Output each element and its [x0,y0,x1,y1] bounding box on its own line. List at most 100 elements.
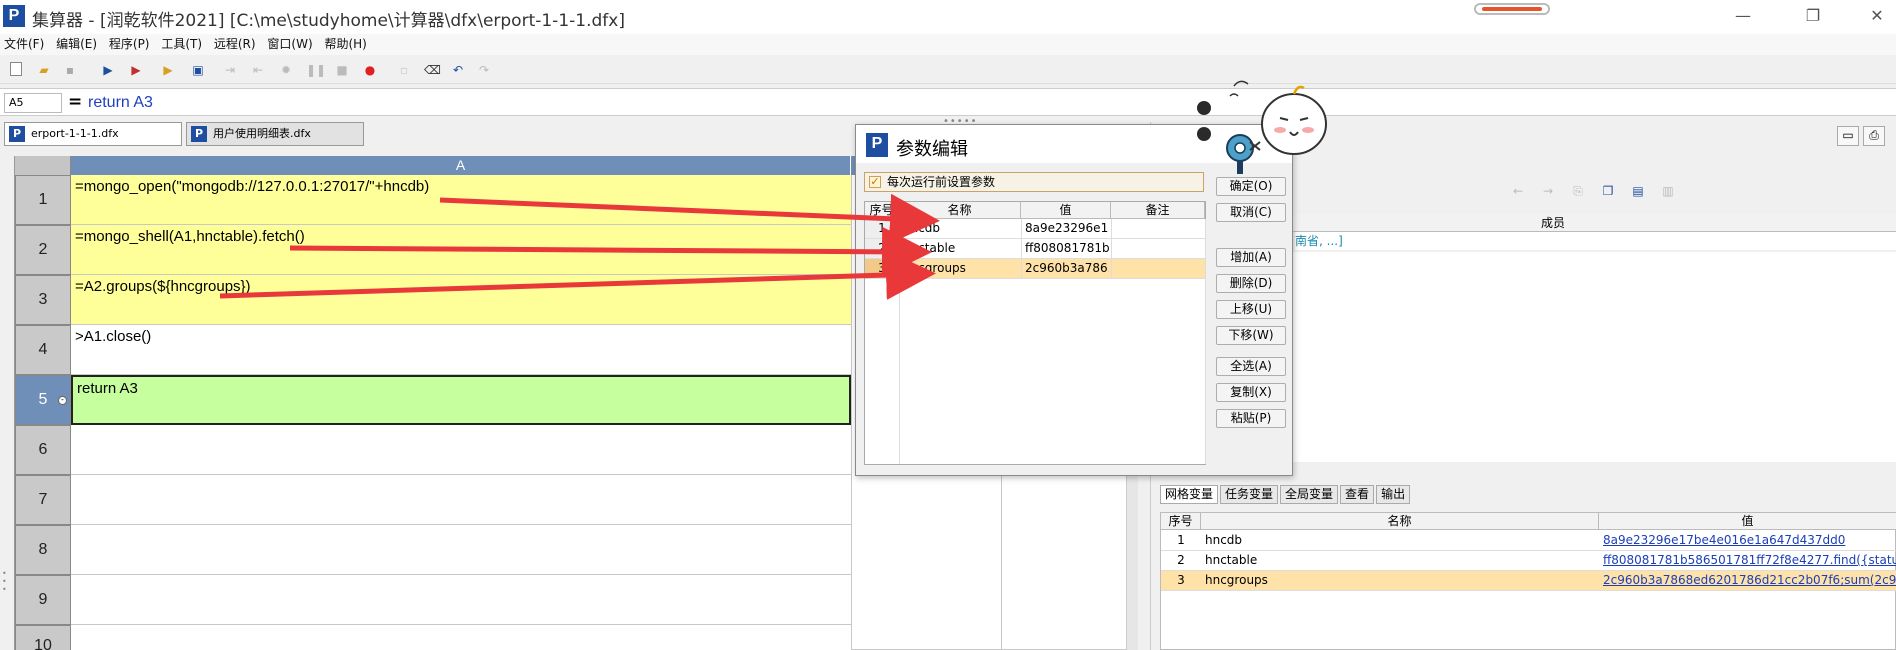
row-name[interactable]: hncdb [903,219,1019,238]
file-tab-user-detail[interactable]: P 用户使用明细表.dfx [186,122,364,146]
copy-button[interactable]: 复制(X) [1216,383,1286,402]
header-index[interactable]: 序号 [1161,513,1201,530]
table-row[interactable]: 2 hnctable ff808081781b586501781ff72f8e4… [1161,551,1896,571]
row-value-link[interactable]: ff808081781b586501781ff72f8e4277.find({s… [1603,551,1896,570]
gear-disabled-icon[interactable]: ✹ [278,62,294,78]
menu-remote[interactable]: 远程(R) [210,34,260,55]
cell-a8[interactable] [71,525,851,575]
table-row-selected[interactable]: 3 hncgroups 2c960b3a786... [865,259,1205,279]
run-icon[interactable]: ▶ [100,62,116,78]
ok-button[interactable]: 确定(O) [1216,177,1286,196]
tab-watch[interactable]: 查看 [1340,485,1375,504]
cell-a2[interactable]: =mongo_shell(A1,hnctable).fetch() [71,225,851,275]
member-value-fragment[interactable]: 南省, ...] [1295,232,1896,250]
tab-global-variables[interactable]: 全局变量 [1280,485,1339,504]
forward-arrow-icon[interactable]: → [1537,184,1559,204]
step-into-icon[interactable]: ⇥ [222,62,238,78]
cell-a4[interactable]: >A1.close() [71,325,851,375]
column-header-a[interactable]: A [71,156,851,175]
row-header[interactable]: 6 [15,425,71,475]
menu-help[interactable]: 帮助(H) [320,34,370,55]
new-file-icon[interactable] [10,62,22,76]
row-value-link[interactable]: 8a9e23296e17be4e016e1a647d437dd0 [1603,531,1896,550]
menu-file[interactable]: 文件(F) [0,34,48,55]
tab-task-variables[interactable]: 任务变量 [1220,485,1279,504]
menu-tools[interactable]: 工具(T) [157,34,206,55]
row-header[interactable]: 1 [15,175,71,225]
open-folder-icon[interactable]: ▰ [36,62,52,78]
table-row[interactable]: 1 hncdb 8a9e23296e17be4e016e1a647d437dd0 [1161,531,1896,551]
row-header[interactable]: 9 [15,575,71,625]
paste-button[interactable]: 粘贴(P) [1216,409,1286,428]
row-header[interactable]: 7 [15,475,71,525]
row-value[interactable]: 8a9e23296e1... [1025,219,1109,238]
add-button[interactable]: 增加(A) [1216,248,1286,267]
row-value[interactable]: ff808081781b... [1025,239,1109,258]
row-header[interactable]: 2 [15,225,71,275]
cell-a5[interactable]: return A3 [71,375,851,425]
redo-icon[interactable]: ↷ [476,62,492,78]
row-header[interactable]: 8 [15,525,71,575]
pause-icon[interactable]: ❚❚ [306,62,326,78]
cell-a9[interactable] [71,575,851,625]
calc-area-icon[interactable]: ▣ [190,62,206,78]
grid-corner[interactable] [15,156,71,175]
select-all-button[interactable]: 全选(A) [1216,357,1286,376]
menu-program[interactable]: 程序(P) [105,34,154,55]
table-row[interactable]: 2 hnctable ff808081781b... [865,239,1205,259]
cancel-button[interactable]: 取消(C) [1216,203,1286,222]
back-arrow-icon[interactable]: ← [1507,184,1529,204]
header-name[interactable]: 名称 [1201,513,1599,530]
run-param-checkbox-row[interactable]: ✓ 每次运行前设置参数 [864,172,1204,192]
member-column-header[interactable]: 成员 [1541,214,1565,232]
move-up-button[interactable]: 上移(U) [1216,300,1286,319]
eraser-icon[interactable]: ⌫ [424,62,441,78]
header-name[interactable]: 名称 [899,202,1021,219]
header-index[interactable]: 序号 [865,202,899,219]
cell-a7[interactable] [71,475,851,525]
row-value[interactable]: 2c960b3a786... [1025,259,1109,278]
collapse-icon[interactable]: - [58,396,67,405]
row-name[interactable]: hnctable [903,239,1019,258]
formula-input[interactable] [86,92,1886,114]
cell-a6[interactable] [71,425,851,475]
row-header[interactable]: 3 [15,275,71,325]
breakpoint-icon[interactable]: ● [362,62,378,78]
tab-grid-variables[interactable]: 网格变量 [1160,485,1219,504]
restore-button[interactable]: ❐ [1798,4,1828,28]
splitter-handle[interactable]: • • • [2,570,7,594]
header-value[interactable]: 值 [1599,513,1896,530]
step-out-icon[interactable]: ⇤ [250,62,266,78]
row-name[interactable]: hncgroups [903,259,1019,278]
export-icon[interactable]: ⎘ [1567,184,1589,204]
step-icon[interactable]: ▶ [160,62,176,78]
file-tab-erport[interactable]: P erport-1-1-1.dfx [4,122,182,146]
minimize-button[interactable]: — [1728,4,1758,28]
table-icon[interactable]: ▤ [1627,184,1649,204]
stop-icon[interactable]: ■ [334,62,350,78]
row-header[interactable]: 10 [15,625,71,650]
delete-button[interactable]: 删除(D) [1216,274,1286,293]
header-note[interactable]: 备注 [1111,202,1205,219]
checkbox-checked-icon[interactable]: ✓ [869,176,881,188]
clear-icon[interactable]: ▫ [396,62,412,78]
tab-output[interactable]: 输出 [1376,485,1411,504]
menu-edit[interactable]: 编辑(E) [52,34,101,55]
table-row-selected[interactable]: 3 hncgroups 2c960b3a7868ed6201786d21cc2b… [1161,571,1896,591]
cell-a1[interactable]: =mongo_open("mongodb://127.0.0.1:27017/"… [71,175,851,225]
cell-a3[interactable]: =A2.groups(${hncgroups}) [71,275,851,325]
cell-reference-field[interactable]: A5 [4,93,62,113]
undo-icon[interactable]: ↶ [450,62,466,78]
copy-icon[interactable]: ❐ [1597,184,1619,204]
header-value[interactable]: 值 [1021,202,1111,219]
close-button[interactable]: ✕ [1862,4,1892,28]
cell-a10[interactable] [71,625,851,650]
minimize-panel-icon[interactable]: ▭ [1837,126,1859,146]
debug-run-icon[interactable]: ▶ [128,62,144,78]
chart-icon[interactable]: ▥ [1657,184,1679,204]
save-icon[interactable]: ▪ [62,62,78,78]
table-row[interactable]: 1 hncdb 8a9e23296e1... [865,219,1205,239]
print-icon[interactable]: ⎙ [1863,126,1885,146]
menu-window[interactable]: 窗口(W) [263,34,316,55]
row-value-link[interactable]: 2c960b3a7868ed6201786d21cc2b07f6;sum(2c9… [1603,571,1896,590]
